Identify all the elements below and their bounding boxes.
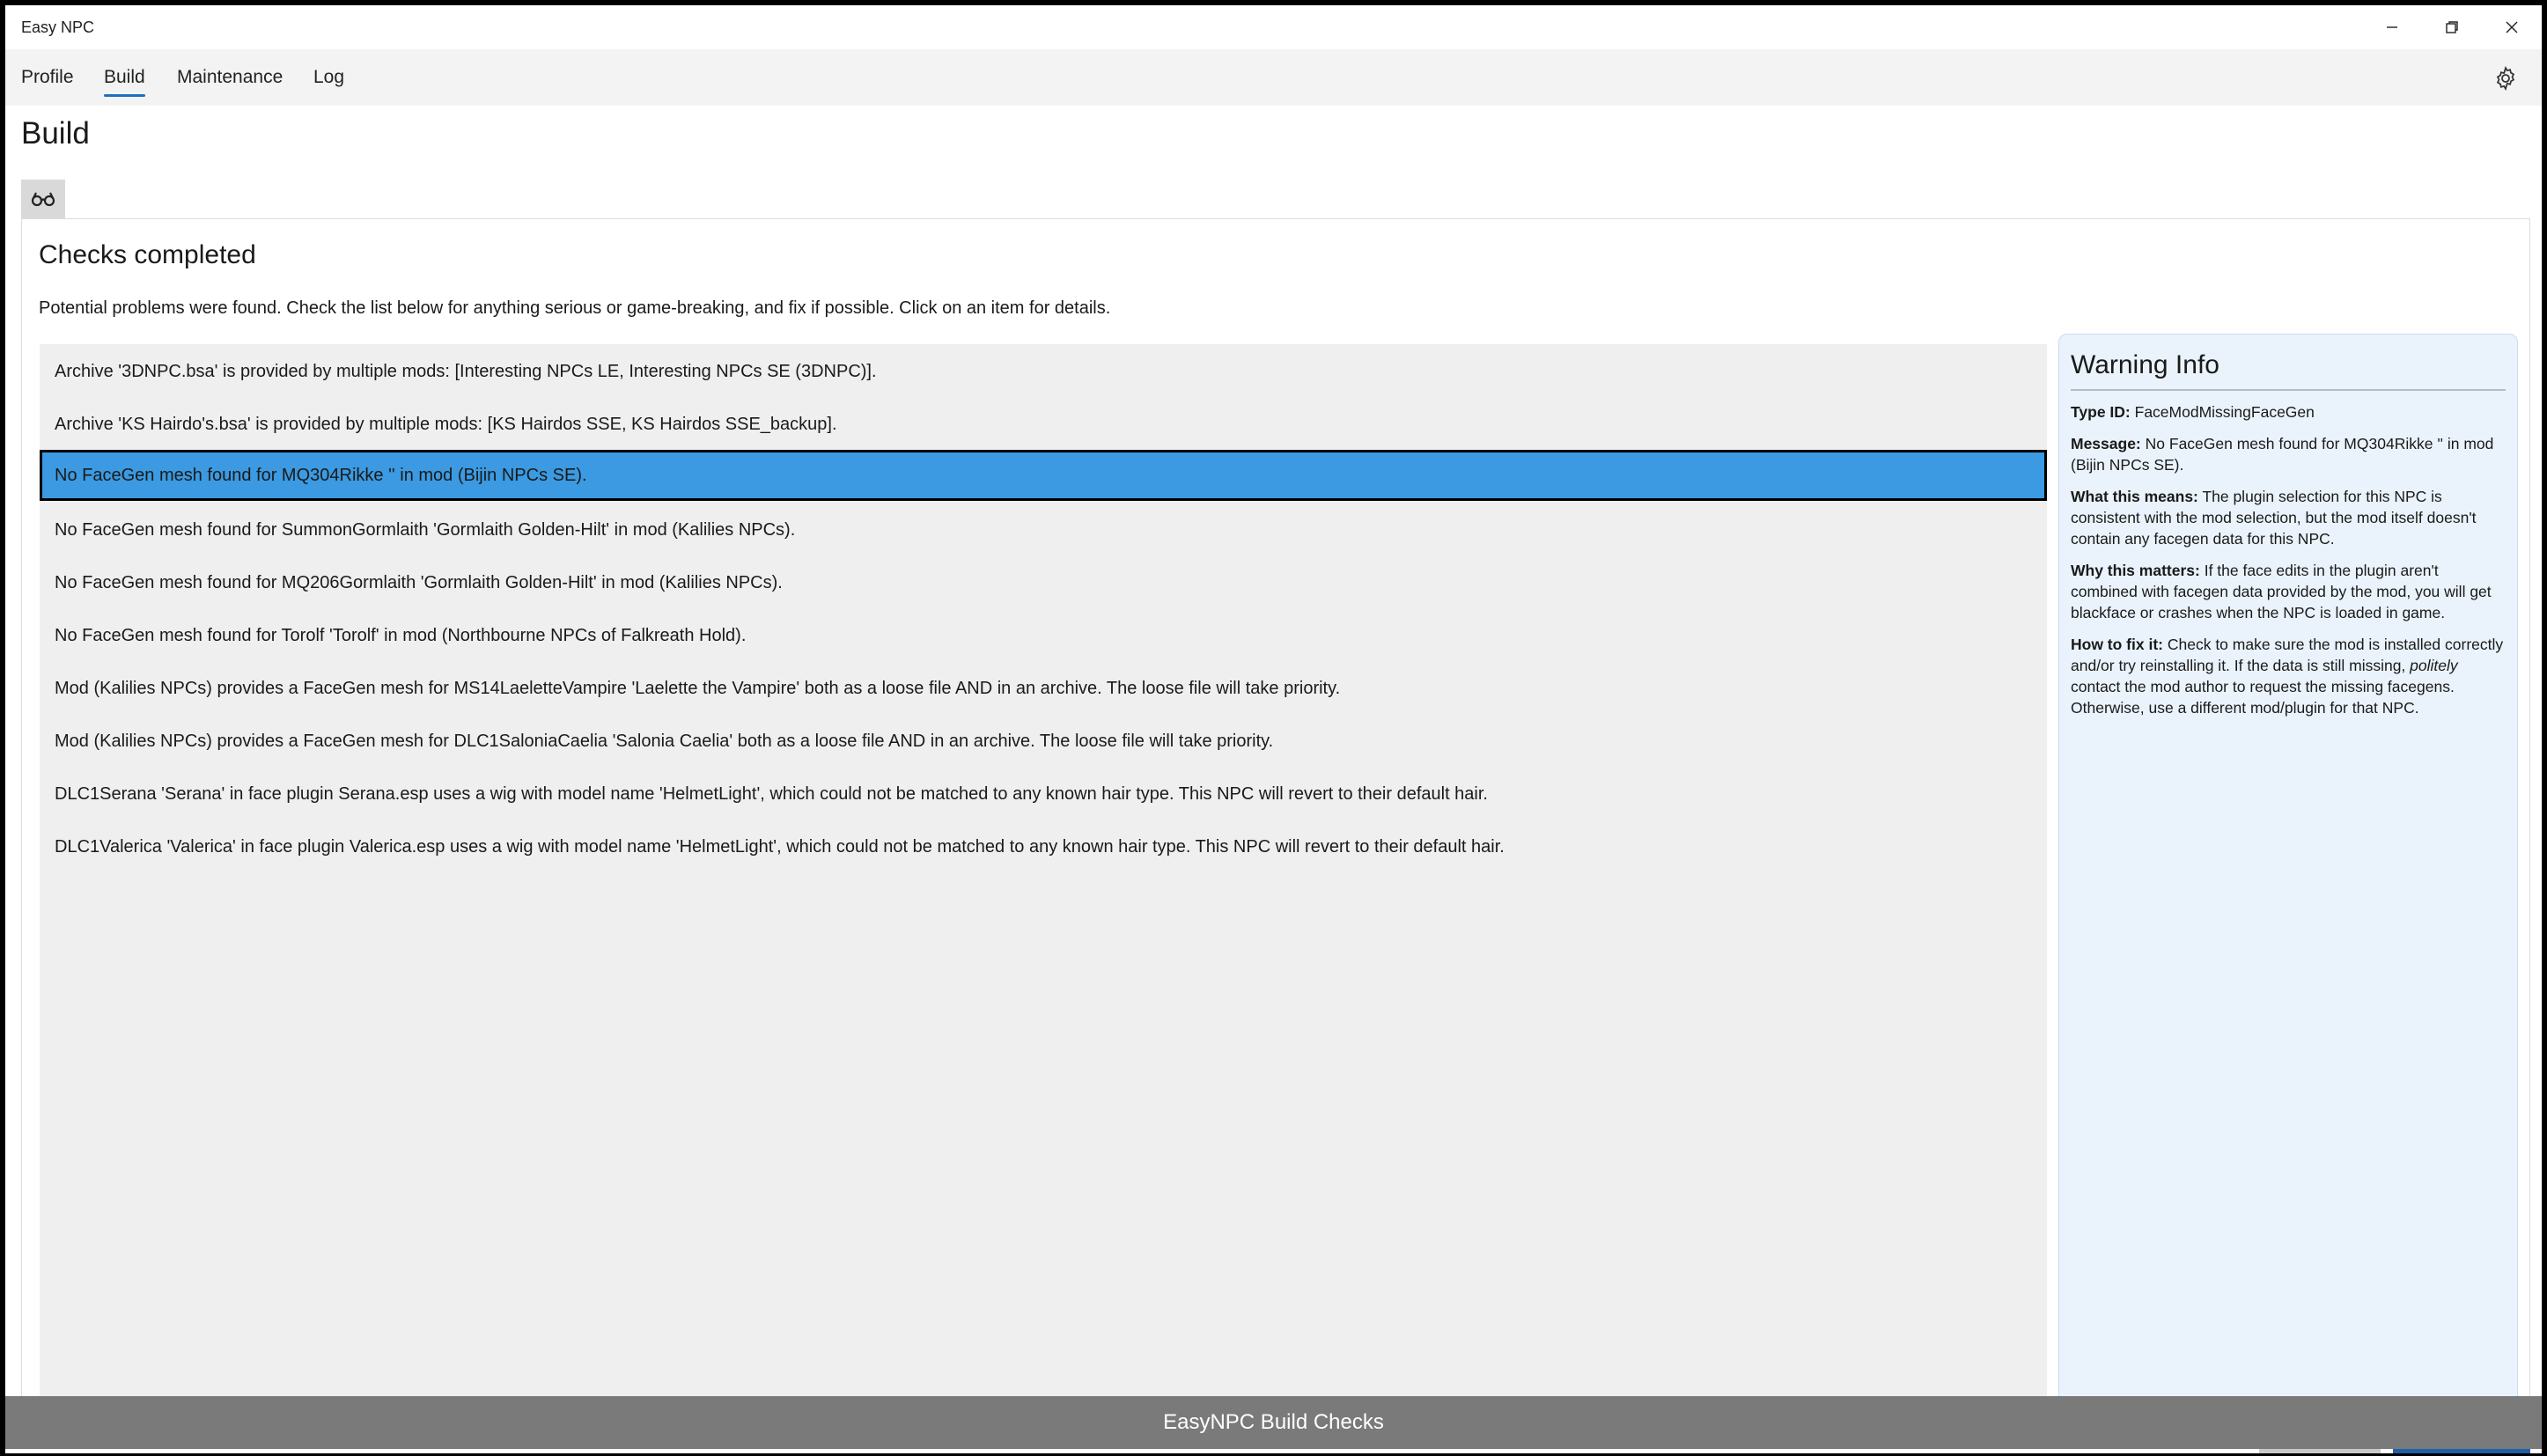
type-id-label: Type ID: [2071,403,2131,421]
what-label: What this means: [2071,488,2198,505]
fix-label: How to fix it: [2071,636,2163,653]
fix-row: How to fix it: Check to make sure the mo… [2071,634,2506,718]
restore-button[interactable] [2422,5,2482,49]
close-icon [2506,21,2518,33]
menu-maintenance[interactable]: Maintenance [177,67,283,88]
minimize-button[interactable] [2362,5,2422,49]
warning-info-title: Warning Info [2071,350,2506,391]
list-item[interactable]: Mod (Kalilies NPCs) provides a FaceGen m… [40,663,2047,714]
list-item[interactable]: No FaceGen mesh found for SummonGormlait… [40,504,2047,555]
gear-icon[interactable] [2492,65,2519,92]
tab-build-checks[interactable] [21,180,65,218]
window-title: Easy NPC [21,18,95,36]
list-item[interactable]: No FaceGen mesh found for Torolf 'Torolf… [40,610,2047,661]
menu-build[interactable]: Build [104,67,145,97]
what-row: What this means: The plugin selection fo… [2071,486,2506,549]
menu-bar: Profile Build Maintenance Log [5,49,2542,106]
type-id-value: FaceModMissingFaceGen [2134,403,2315,421]
page-title: Build [21,116,90,151]
message-label: Message: [2071,435,2141,452]
checks-heading: Checks completed [39,240,256,269]
list-item-selected[interactable]: No FaceGen mesh found for MQ304Rikke '' … [40,450,2047,501]
why-row: Why this matters: If the face edits in t… [2071,560,2506,623]
toast-notification: EasyNPC Build Checks [5,1396,2542,1449]
menu-profile[interactable]: Profile [21,67,74,88]
fix-value-after: contact the mod author to request the mi… [2071,678,2455,717]
message-row: Message: No FaceGen mesh found for MQ304… [2071,433,2506,475]
type-id-row: Type ID: FaceModMissingFaceGen [2071,401,2506,423]
minimize-icon [2387,26,2397,28]
app-window: Easy NPC Profile Build Maintenance Log B… [5,5,2542,1453]
list-item[interactable]: Archive 'KS Hairdo's.bsa' is provided by… [40,399,2047,450]
menu-log[interactable]: Log [313,67,344,88]
glasses-icon [31,192,55,207]
close-button[interactable] [2482,5,2542,49]
title-bar: Easy NPC [5,5,2542,49]
checks-description: Potential problems were found. Check the… [39,298,1111,318]
list-item[interactable]: DLC1Serana 'Serana' in face plugin Seran… [40,768,2047,820]
list-item[interactable]: No FaceGen mesh found for MQ206Gormlaith… [40,557,2047,608]
warnings-list[interactable]: Archive '3DNPC.bsa' is provided by multi… [40,344,2047,1416]
list-item[interactable]: Mod (Kalilies NPCs) provides a FaceGen m… [40,716,2047,767]
checks-panel: Checks completed Potential problems were… [21,218,2530,1417]
fix-value-emphasis: politely [2410,657,2458,674]
why-label: Why this matters: [2071,562,2200,579]
restore-icon [2446,21,2458,33]
warning-info-panel: Warning Info Type ID: FaceModMissingFace… [2058,334,2518,1416]
list-item[interactable]: DLC1Valerica 'Valerica' in face plugin V… [40,821,2047,872]
list-item[interactable]: Archive '3DNPC.bsa' is provided by multi… [40,346,2047,397]
